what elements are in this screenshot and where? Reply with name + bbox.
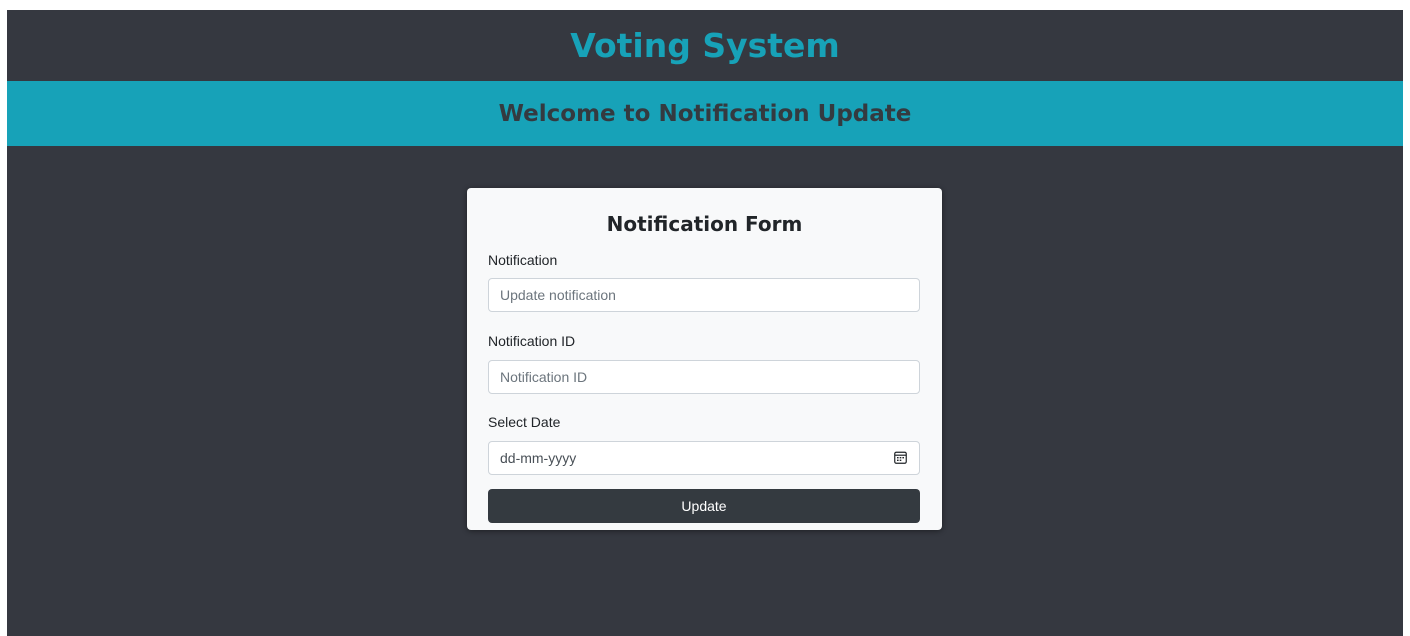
date-placeholder: dd-mm-yyyy [488,441,920,475]
notification-id-input[interactable] [488,360,920,394]
app-frame: Voting System Welcome to Notification Up… [7,10,1403,636]
welcome-banner: Welcome to Notification Update [7,81,1403,146]
notification-id-label: Notification ID [488,333,576,349]
date-input[interactable]: dd-mm-yyyy [488,441,920,475]
select-date-label: Select Date [488,414,561,430]
update-button[interactable]: Update [488,489,920,523]
notification-label: Notification [488,252,558,268]
top-header: Voting System [7,10,1403,81]
calendar-icon[interactable] [894,451,907,464]
notification-input[interactable] [488,278,920,312]
app-title: Voting System [570,26,840,65]
banner-heading: Welcome to Notification Update [498,100,912,127]
notification-form: Notification Form Notification Notificat… [467,188,942,530]
form-title: Notification Form [606,212,803,236]
